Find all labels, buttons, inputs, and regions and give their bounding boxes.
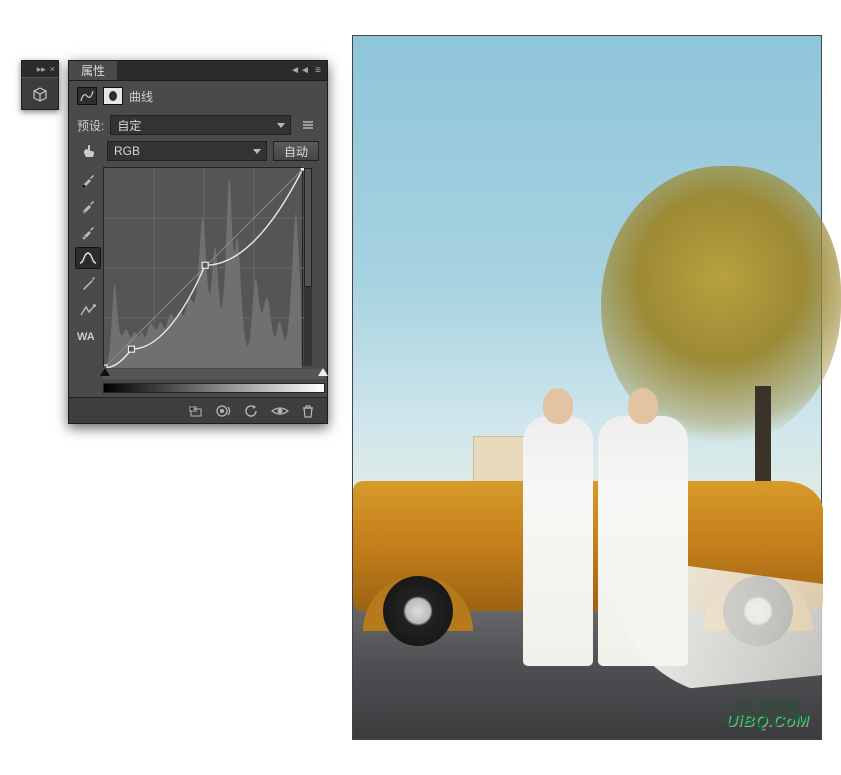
curves-icon: [77, 87, 97, 105]
tab-properties[interactable]: 属性: [69, 61, 117, 80]
panel-collapse-icon[interactable]: ◄◄: [291, 61, 309, 80]
properties-panel: 属性 ◄◄ ≡ 曲线 预设: 自定 RGB 自动: [68, 60, 328, 424]
photo-groom: [523, 416, 593, 666]
channel-dropdown[interactable]: RGB: [107, 141, 267, 161]
close-panel-icon[interactable]: ×: [50, 65, 55, 74]
panel-tabbar: 属性 ◄◄ ≡: [69, 61, 327, 81]
layer-mask-thumb[interactable]: [103, 87, 123, 105]
preset-value: 自定: [117, 117, 141, 134]
curve-smooth-icon[interactable]: [75, 247, 101, 269]
panel-scrollbar[interactable]: [304, 168, 312, 366]
curves-graph[interactable]: [103, 167, 303, 367]
3d-panel-button[interactable]: [22, 77, 58, 109]
view-previous-icon[interactable]: [213, 402, 235, 420]
channel-value: RGB: [114, 144, 140, 158]
auto-contrast-icon[interactable]: WA: [75, 325, 101, 347]
curve-draw-icon[interactable]: [75, 273, 101, 295]
targeted-adjust-icon[interactable]: [77, 141, 101, 161]
reset-icon[interactable]: [241, 402, 263, 420]
adjustment-header: 曲线: [69, 81, 327, 111]
panel-footer: [69, 397, 327, 423]
car-wheel-left: [383, 576, 453, 646]
eyedropper-gray-icon[interactable]: [75, 195, 101, 217]
output-gradient: [103, 383, 325, 393]
input-range-slider[interactable]: [103, 369, 325, 379]
eyedropper-black-icon[interactable]: [75, 169, 101, 191]
preset-menu-icon[interactable]: [297, 115, 319, 135]
eyedropper-adjust-icon[interactable]: [75, 299, 101, 321]
preset-label: 预设:: [77, 117, 104, 134]
eyedropper-white-icon[interactable]: [75, 221, 101, 243]
expand-panel-icon[interactable]: ▸▸: [37, 65, 46, 74]
watermark-primary: UiBQ.CoM: [726, 713, 809, 731]
panel-menu-icon[interactable]: ≡: [309, 61, 327, 80]
auto-button[interactable]: 自动: [273, 141, 319, 161]
sampler-tools: WA: [75, 167, 103, 393]
document-canvas[interactable]: PS 爱好者 UiBQ.CoM: [352, 35, 822, 740]
preset-dropdown[interactable]: 自定: [110, 115, 291, 135]
clip-to-layer-icon[interactable]: [185, 402, 207, 420]
adjustment-name: 曲线: [129, 88, 153, 105]
delete-icon[interactable]: [297, 402, 319, 420]
collapsed-panel-strip: ▸▸ ×: [21, 60, 59, 110]
visibility-icon[interactable]: [269, 402, 291, 420]
svg-text:WA: WA: [77, 331, 95, 343]
